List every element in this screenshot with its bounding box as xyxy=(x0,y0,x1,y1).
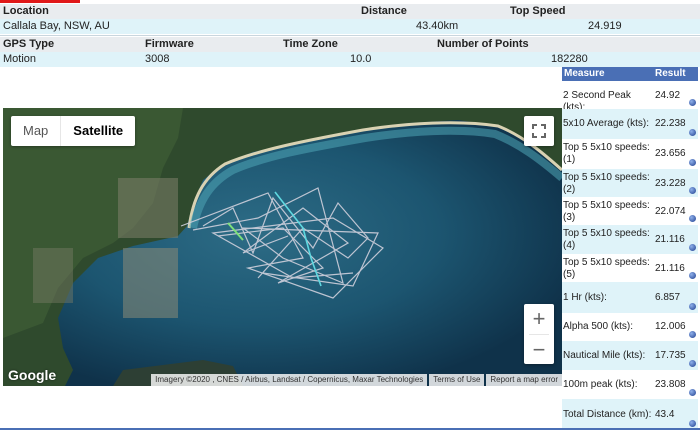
stats-row: Nautical Mile (kts): 17.735 xyxy=(562,341,698,370)
summary-header-row-2: GPS Type Firmware Time Zone Number of Po… xyxy=(0,37,700,52)
stats-value: 22.238 xyxy=(655,118,686,129)
info-dot-icon[interactable] xyxy=(689,99,696,106)
imagery-credit: Imagery ©2020 , CNES / Airbus, Landsat /… xyxy=(151,374,428,386)
measure-header: Measure xyxy=(564,68,605,79)
info-dot-icon[interactable] xyxy=(689,303,696,310)
stats-value: 22.074 xyxy=(655,206,686,217)
stats-row: Top 5 5x10 speeds: (1) 23.656 xyxy=(562,139,698,169)
fullscreen-button[interactable] xyxy=(524,116,554,146)
distance-header: Distance xyxy=(361,5,407,17)
stats-label: 100m peak (kts): xyxy=(563,379,638,390)
stats-row: Top 5 5x10 speeds: (2) 23.228 xyxy=(562,169,698,197)
stats-label: Alpha 500 (kts): xyxy=(563,321,634,332)
info-dot-icon[interactable] xyxy=(689,215,696,222)
map-attribution-bar: Imagery ©2020 , CNES / Airbus, Landsat /… xyxy=(149,374,562,386)
top-speed-header: Top Speed xyxy=(510,5,566,17)
location-value: Callala Bay, NSW, AU xyxy=(3,20,110,32)
stats-value: 21.116 xyxy=(655,234,685,245)
map-type-control: Map Satellite xyxy=(11,116,136,146)
stats-value: 23.656 xyxy=(655,148,686,159)
firmware-value: 3008 xyxy=(145,53,170,65)
summary-header-row-1: Location Distance Top Speed xyxy=(0,4,700,19)
stats-value: 24.92 xyxy=(655,90,681,101)
stats-value: 17.735 xyxy=(655,350,686,361)
summary-divider xyxy=(0,35,700,36)
map-view-button[interactable]: Map xyxy=(11,116,60,146)
info-dot-icon[interactable] xyxy=(689,159,696,166)
stats-row: Top 5 5x10 speeds: (5) 21.116 xyxy=(562,254,698,282)
stats-label: 5x10 Average (kts): xyxy=(563,118,649,129)
stats-value: 23.228 xyxy=(655,178,686,189)
stats-row: 1 Hr (kts): 6.857 xyxy=(562,282,698,313)
zoom-in-button[interactable]: + xyxy=(524,304,554,334)
stats-label: Top 5 5x10 speeds: (5) xyxy=(563,257,650,280)
stats-row: 100m peak (kts): 23.808 xyxy=(562,370,698,399)
stats-value: 43.4 xyxy=(655,409,675,420)
stats-row: Alpha 500 (kts): 12.006 xyxy=(562,313,698,341)
info-dot-icon[interactable] xyxy=(689,420,696,427)
stats-label: Top 5 5x10 speeds: (2) xyxy=(563,172,650,195)
info-dot-icon[interactable] xyxy=(689,244,696,251)
distance-value: 43.40km xyxy=(416,20,459,32)
time-zone-header: Time Zone xyxy=(283,38,338,50)
summary-value-row-1: Callala Bay, NSW, AU 43.40km 24.919 xyxy=(0,19,700,34)
stats-row: Top 5 5x10 speeds: (4) 21.116 xyxy=(562,225,698,254)
info-dot-icon[interactable] xyxy=(689,187,696,194)
stats-value: 6.857 xyxy=(655,292,681,303)
google-logo: Google xyxy=(8,367,57,383)
stats-label: Top 5 5x10 speeds: (4) xyxy=(563,228,650,251)
stats-label: 1 Hr (kts): xyxy=(563,292,607,303)
stats-value: 23.808 xyxy=(655,379,686,390)
terms-link[interactable]: Terms of Use xyxy=(429,374,485,386)
result-header: Result xyxy=(655,68,686,79)
info-dot-icon[interactable] xyxy=(689,129,696,136)
gps-type-value: Motion xyxy=(3,53,37,65)
stats-label: Top 5 5x10 speeds: (3) xyxy=(563,200,650,223)
stats-label: Top 5 5x10 speeds: (1) xyxy=(563,142,650,165)
summary-value-row-2: Motion 3008 10.0 182280 xyxy=(0,52,700,67)
stats-header-row: Measure Result xyxy=(562,67,698,81)
location-header: Location xyxy=(3,5,49,17)
points-value: 182280 xyxy=(551,53,588,65)
points-header: Number of Points xyxy=(437,38,529,50)
stats-row: 2 Second Peak (kts): 24.92 xyxy=(562,82,698,113)
stats-value: 21.116 xyxy=(655,263,685,274)
stats-table: Measure Result 2 Second Peak (kts): 24.92… xyxy=(562,67,698,430)
info-dot-icon[interactable] xyxy=(689,331,696,338)
zoom-control: + − xyxy=(524,304,554,364)
fullscreen-icon xyxy=(532,124,546,138)
firmware-header: Firmware xyxy=(145,38,194,50)
time-zone-value: 10.0 xyxy=(350,53,372,65)
stats-label: Nautical Mile (kts): xyxy=(563,350,646,361)
gps-type-header: GPS Type xyxy=(3,38,55,50)
stats-row: Top 5 5x10 speeds: (3) 22.074 xyxy=(562,197,698,225)
zoom-out-button[interactable]: − xyxy=(524,335,554,365)
report-map-error-link[interactable]: Report a map error xyxy=(486,374,562,386)
satellite-view-button[interactable]: Satellite xyxy=(60,116,135,146)
top-accent-bar xyxy=(0,0,80,3)
stats-label: Total Distance (km): xyxy=(563,409,652,420)
info-dot-icon[interactable] xyxy=(689,389,696,396)
satellite-map[interactable]: Map Satellite + − Google Imagery ©2020 ,… xyxy=(3,108,562,386)
stats-value: 12.006 xyxy=(655,321,686,332)
stats-row: Total Distance (km): 43.4 xyxy=(562,399,698,430)
stats-row: 5x10 Average (kts): 22.238 xyxy=(562,109,698,139)
top-speed-value: 24.919 xyxy=(588,20,622,32)
satellite-imagery xyxy=(3,108,562,386)
info-dot-icon[interactable] xyxy=(689,360,696,367)
info-dot-icon[interactable] xyxy=(689,272,696,279)
